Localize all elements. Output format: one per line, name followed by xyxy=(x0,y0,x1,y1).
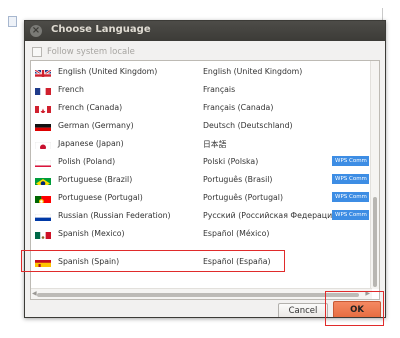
screenshot-root: × Choose Language Follow system locale E… xyxy=(0,0,400,338)
language-english-name: Russian (Russian Federation) xyxy=(58,211,171,220)
uk-flag-icon xyxy=(35,66,51,77)
language-native-name: Español (México) xyxy=(203,229,270,238)
choose-language-dialog: × Choose Language Follow system locale E… xyxy=(24,20,386,318)
language-english-name: French (Canada) xyxy=(58,103,123,112)
language-english-name: Portuguese (Brazil) xyxy=(58,175,133,184)
language-row[interactable]: Portuguese (Brazil) Português (Brasil) W… xyxy=(31,171,369,189)
horizontal-scroll-thumb[interactable] xyxy=(37,293,359,297)
vertical-scroll-thumb[interactable] xyxy=(373,197,377,287)
language-row[interactable]: French (Canada) Français (Canada) xyxy=(31,99,369,117)
cancel-button[interactable]: Cancel xyxy=(278,303,328,317)
close-icon[interactable]: × xyxy=(30,25,42,37)
language-english-name: French xyxy=(58,85,84,94)
language-row[interactable]: Portuguese (Portugal) Português (Portuga… xyxy=(31,189,369,207)
language-native-name: English (United Kingdom) xyxy=(203,67,303,76)
language-english-name: English (United Kingdom) xyxy=(58,67,158,76)
wps-community-badge: WPS Comm xyxy=(332,174,369,184)
ok-button-highlight-box xyxy=(325,291,384,326)
wps-community-badge: WPS Comm xyxy=(332,156,369,166)
russia-flag-icon xyxy=(35,210,51,221)
dialog-title: Choose Language xyxy=(51,24,151,35)
language-row[interactable]: Russian (Russian Federation) Русский (Ро… xyxy=(31,207,369,225)
brazil-flag-icon xyxy=(35,174,51,185)
language-native-name: 日本語 xyxy=(203,140,227,149)
follow-system-locale-label: Follow system locale xyxy=(47,47,135,57)
language-native-name: Português (Brasil) xyxy=(203,175,273,184)
language-english-name: Japanese (Japan) xyxy=(58,139,124,148)
language-native-name: Français xyxy=(203,85,236,94)
spanish-spain-highlight-box xyxy=(21,250,285,272)
wps-community-badge: WPS Comm xyxy=(332,192,369,202)
follow-system-locale-checkbox[interactable] xyxy=(32,47,42,57)
desktop-document-icon xyxy=(8,16,17,27)
language-row[interactable]: English (United Kingdom) English (United… xyxy=(31,63,369,81)
wps-community-badge: WPS Comm xyxy=(332,210,369,220)
germany-flag-icon xyxy=(35,120,51,131)
horizontal-scrollbar[interactable]: ◀ ▶ xyxy=(31,288,372,299)
language-english-name: German (Germany) xyxy=(58,121,134,130)
language-row[interactable]: Japanese (Japan) 日本語 xyxy=(31,135,369,153)
language-english-name: Spanish (Mexico) xyxy=(58,229,125,238)
language-native-name: Deutsch (Deutschland) xyxy=(203,121,293,130)
canada-flag-icon xyxy=(35,102,51,113)
mexico-flag-icon xyxy=(35,228,51,239)
scroll-left-icon[interactable]: ◀ xyxy=(32,290,37,297)
follow-system-locale-option[interactable]: Follow system locale xyxy=(32,44,135,60)
language-native-name: Português (Portugal) xyxy=(203,193,284,202)
language-row[interactable]: German (Germany) Deutsch (Deutschland) xyxy=(31,117,369,135)
dialog-titlebar: × Choose Language xyxy=(25,21,385,41)
language-native-name: Polski (Polska) xyxy=(203,157,259,166)
language-row[interactable]: Polish (Poland) Polski (Polska) WPS Comm xyxy=(31,153,369,171)
poland-flag-icon xyxy=(35,156,51,167)
language-english-name: Polish (Poland) xyxy=(58,157,116,166)
portugal-flag-icon xyxy=(35,192,51,203)
language-native-name: Русский (Российская Федерация) xyxy=(203,211,340,220)
vertical-scrollbar[interactable] xyxy=(370,61,379,289)
language-english-name: Portuguese (Portugal) xyxy=(58,193,143,202)
france-flag-icon xyxy=(35,84,51,95)
language-native-name: Français (Canada) xyxy=(203,103,274,112)
language-row[interactable]: Spanish (Mexico) Español (México) xyxy=(31,225,369,243)
japan-flag-icon xyxy=(35,138,51,149)
language-row[interactable]: French Français xyxy=(31,81,369,99)
